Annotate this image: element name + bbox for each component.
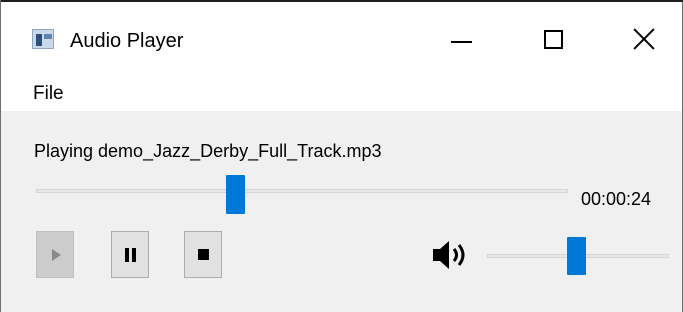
window-title: Audio Player <box>70 30 184 52</box>
seek-slider-track[interactable] <box>36 189 568 193</box>
close-button[interactable] <box>613 12 673 66</box>
menu-bar: File <box>1 76 682 111</box>
stop-icon <box>198 249 209 260</box>
pause-icon <box>125 248 136 262</box>
minimize-button[interactable] <box>429 12 489 66</box>
volume-slider-thumb[interactable] <box>566 237 586 275</box>
maximize-icon <box>544 30 563 49</box>
seek-slider-thumb[interactable] <box>225 175 245 214</box>
stop-button[interactable] <box>184 231 222 278</box>
title-bar[interactable]: Audio Player <box>1 2 682 76</box>
now-playing-text: Playing demo_Jazz_Derby_Full_Track.mp3 <box>34 141 382 161</box>
pause-button[interactable] <box>111 231 149 278</box>
minimize-icon <box>451 41 472 43</box>
speaker-volume-icon[interactable] <box>431 238 471 272</box>
menu-item-file[interactable]: File <box>31 82 66 106</box>
close-icon <box>629 24 659 54</box>
maximize-button[interactable] <box>521 12 581 66</box>
app-window-icon <box>32 29 54 49</box>
player-panel: Playing demo_Jazz_Derby_Full_Track.mp3 0… <box>1 111 682 312</box>
play-icon <box>52 249 61 261</box>
playback-position-time: 00:00:24 <box>581 189 652 209</box>
audio-player-window: Audio Player File Playing demo_Jazz_Derb… <box>0 0 683 312</box>
play-button[interactable] <box>36 231 74 278</box>
